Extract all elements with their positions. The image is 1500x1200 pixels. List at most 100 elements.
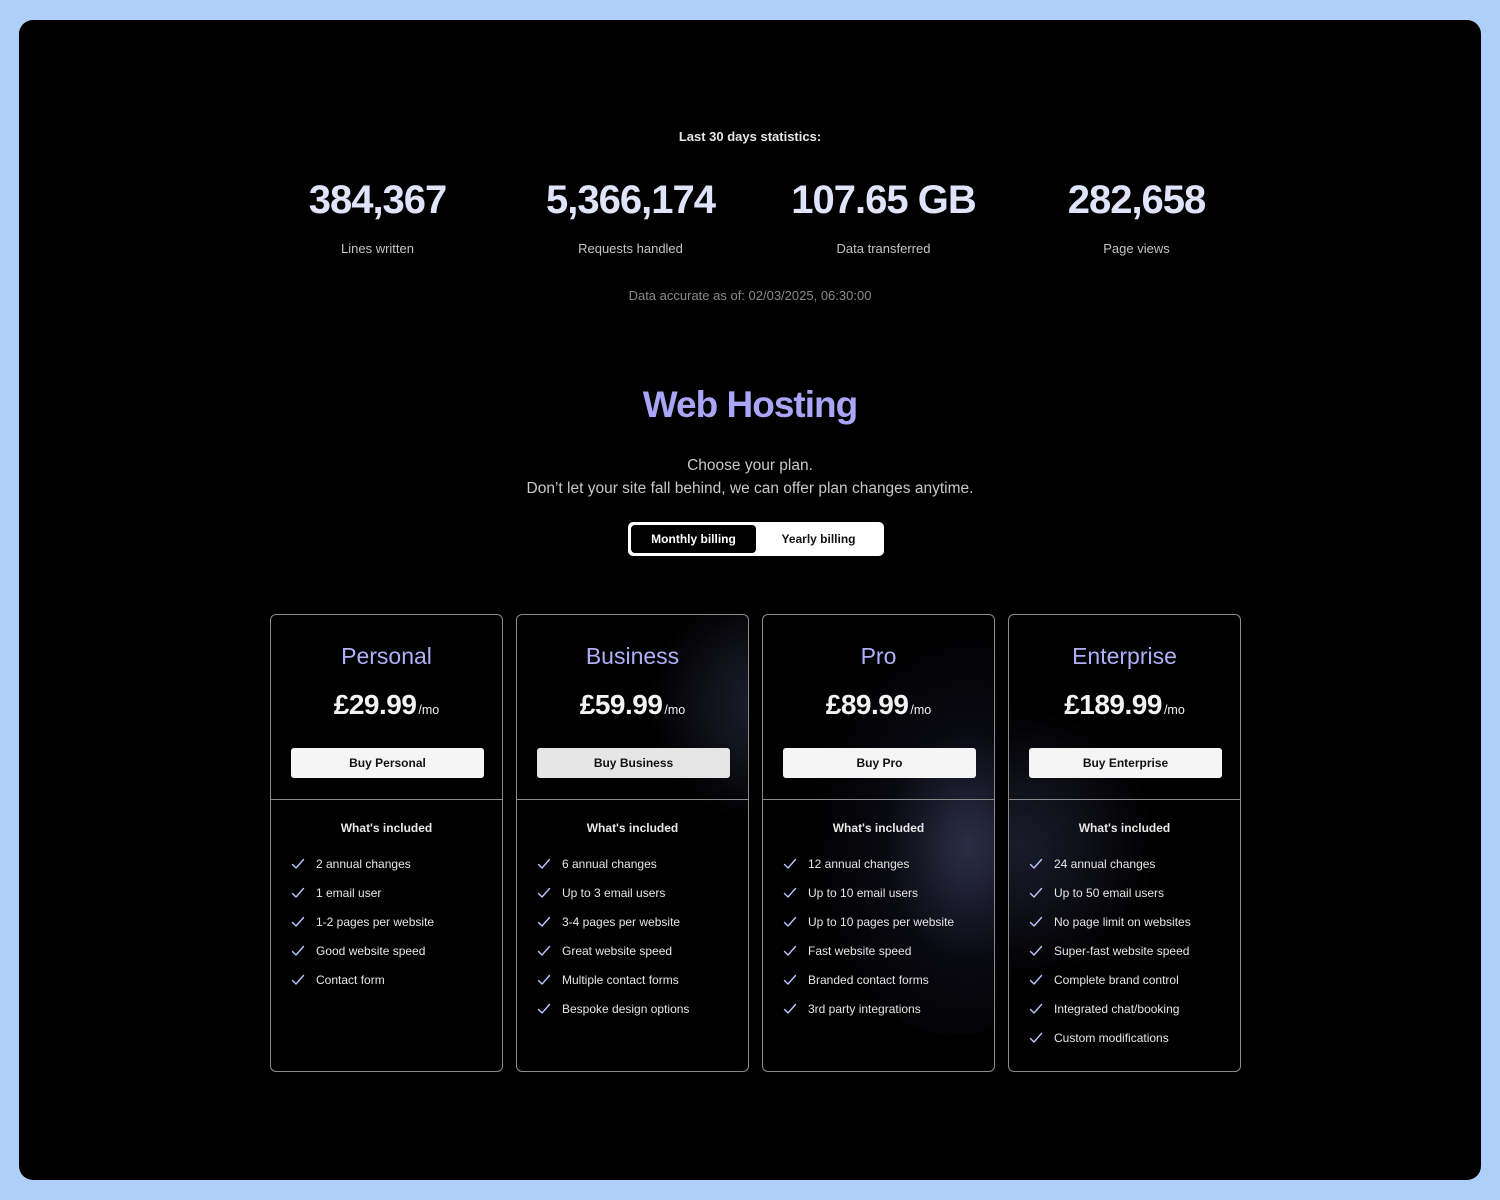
plan-features: What's included 24 annual changes Up to 5… <box>1009 800 1240 1059</box>
feature-label: Complete brand control <box>1054 973 1179 987</box>
stat-value: 384,367 <box>308 178 448 222</box>
feature-label: Custom modifications <box>1054 1031 1169 1045</box>
feature-label: 3-4 pages per website <box>562 915 681 929</box>
plan-name: Enterprise <box>1072 643 1177 669</box>
check-icon <box>537 858 551 869</box>
plan-price: £89.99/mo <box>763 689 994 721</box>
feature-item: 2 annual changes <box>291 856 502 885</box>
plan-name: Business <box>585 643 680 669</box>
check-icon <box>291 945 305 956</box>
feature-label: Integrated chat/booking <box>1054 1002 1180 1016</box>
feature-list: 2 annual changes 1 email user 1-2 pages pe… <box>271 856 502 1001</box>
feature-item: Good website speed <box>291 943 502 972</box>
feature-item: Super-fast website speed <box>1029 943 1240 972</box>
check-icon <box>291 916 305 927</box>
whats-included-heading: What's included <box>832 821 925 835</box>
check-icon <box>291 887 305 898</box>
whats-included-heading: What's included <box>586 821 679 835</box>
page-frame: Last 30 days statistics: 384,367 Lines w… <box>19 20 1481 1180</box>
feature-label: Multiple contact forms <box>562 973 679 987</box>
feature-item: Up to 10 email users <box>783 885 994 914</box>
feature-label: Up to 50 email users <box>1054 886 1165 900</box>
plan-header: Enterprise £189.99/mo Buy Enterprise <box>1009 615 1240 800</box>
plan-header: Personal £29.99/mo Buy Personal <box>271 615 502 800</box>
stat-label: Page views <box>1103 241 1170 256</box>
check-icon <box>1029 1003 1043 1014</box>
feature-label: 2 annual changes <box>316 857 411 871</box>
check-icon <box>1029 1032 1043 1043</box>
check-icon <box>291 974 305 985</box>
plan-header: Pro £89.99/mo Buy Pro <box>763 615 994 800</box>
price-unit: /mo <box>664 703 686 717</box>
check-icon <box>783 858 797 869</box>
feature-label: Good website speed <box>316 944 426 958</box>
plan-card-pro: Pro £89.99/mo Buy Pro What's included 12… <box>762 614 995 1072</box>
feature-item: Integrated chat/booking <box>1029 1001 1240 1030</box>
page-title: Web Hosting <box>642 384 858 425</box>
page-subtitle: Choose your plan. Don’t let your site fa… <box>19 454 1481 500</box>
buy-pro-button[interactable]: Buy Pro <box>783 748 976 778</box>
check-icon <box>1029 974 1043 985</box>
feature-label: Up to 10 pages per website <box>808 915 955 929</box>
feature-item: Bespoke design options <box>537 1001 748 1030</box>
check-icon <box>783 1003 797 1014</box>
feature-label: Great website speed <box>562 944 673 958</box>
feature-item: Multiple contact forms <box>537 972 748 1001</box>
feature-item: 1 email user <box>291 885 502 914</box>
buy-personal-button[interactable]: Buy Personal <box>291 748 484 778</box>
plan-features: What's included 6 annual changes Up to 3 … <box>517 800 748 1030</box>
feature-item: 12 annual changes <box>783 856 994 885</box>
subtitle-line-1: Choose your plan. <box>687 457 813 474</box>
feature-label: 1-2 pages per website <box>316 915 435 929</box>
stat-lines-written: 384,367 Lines written <box>251 174 504 256</box>
feature-list: 12 annual changes Up to 10 email users Up … <box>763 856 994 1030</box>
subtitle-line-2: Don’t let your site fall behind, we can … <box>526 480 974 497</box>
feature-item: Great website speed <box>537 943 748 972</box>
check-icon <box>537 974 551 985</box>
feature-label: Fast website speed <box>808 944 912 958</box>
price-amount: £189.99 <box>1064 689 1162 720</box>
stats-row: 384,367 Lines written 5,366,174 Requests… <box>251 174 1263 256</box>
check-icon <box>537 916 551 927</box>
feature-label: Contact form <box>316 973 385 987</box>
yearly-billing-tab[interactable]: Yearly billing <box>756 525 881 553</box>
feature-item: Branded contact forms <box>783 972 994 1001</box>
stat-requests-handled: 5,366,174 Requests handled <box>504 174 757 256</box>
plan-price: £189.99/mo <box>1009 689 1240 721</box>
feature-item: 3rd party integrations <box>783 1001 994 1030</box>
feature-label: 24 annual changes <box>1054 857 1156 871</box>
feature-item: 1-2 pages per website <box>291 914 502 943</box>
feature-label: Super-fast website speed <box>1054 944 1190 958</box>
price-unit: /mo <box>1163 703 1185 717</box>
plan-card-business: Business £59.99/mo Buy Business What's i… <box>516 614 749 1072</box>
check-icon <box>537 1003 551 1014</box>
check-icon <box>291 858 305 869</box>
feature-label: 12 annual changes <box>808 857 910 871</box>
feature-label: Up to 3 email users <box>562 886 666 900</box>
feature-item: 24 annual changes <box>1029 856 1240 885</box>
stat-data-transferred: 107.65 GB Data transferred <box>757 174 1010 256</box>
feature-item: 6 annual changes <box>537 856 748 885</box>
monthly-billing-tab[interactable]: Monthly billing <box>631 525 756 553</box>
check-icon <box>1029 916 1043 927</box>
stat-label: Requests handled <box>578 241 683 256</box>
stat-label: Lines written <box>341 241 414 256</box>
feature-label: No page limit on websites <box>1054 915 1191 929</box>
check-icon <box>783 945 797 956</box>
feature-list: 24 annual changes Up to 50 email users No … <box>1009 856 1240 1059</box>
feature-label: 6 annual changes <box>562 857 657 871</box>
feature-item: 3-4 pages per website <box>537 914 748 943</box>
buy-enterprise-button[interactable]: Buy Enterprise <box>1029 748 1222 778</box>
price-amount: £89.99 <box>825 689 909 720</box>
feature-item: Up to 3 email users <box>537 885 748 914</box>
feature-item: Fast website speed <box>783 943 994 972</box>
stat-value: 5,366,174 <box>546 178 716 222</box>
check-icon <box>783 916 797 927</box>
stat-label: Data transferred <box>836 241 931 256</box>
feature-label: 3rd party integrations <box>808 1002 921 1016</box>
stat-page-views: 282,658 Page views <box>1010 174 1263 256</box>
check-icon <box>1029 887 1043 898</box>
buy-business-button[interactable]: Buy Business <box>537 748 730 778</box>
feature-item: Custom modifications <box>1029 1030 1240 1059</box>
plan-name: Personal <box>341 643 432 669</box>
